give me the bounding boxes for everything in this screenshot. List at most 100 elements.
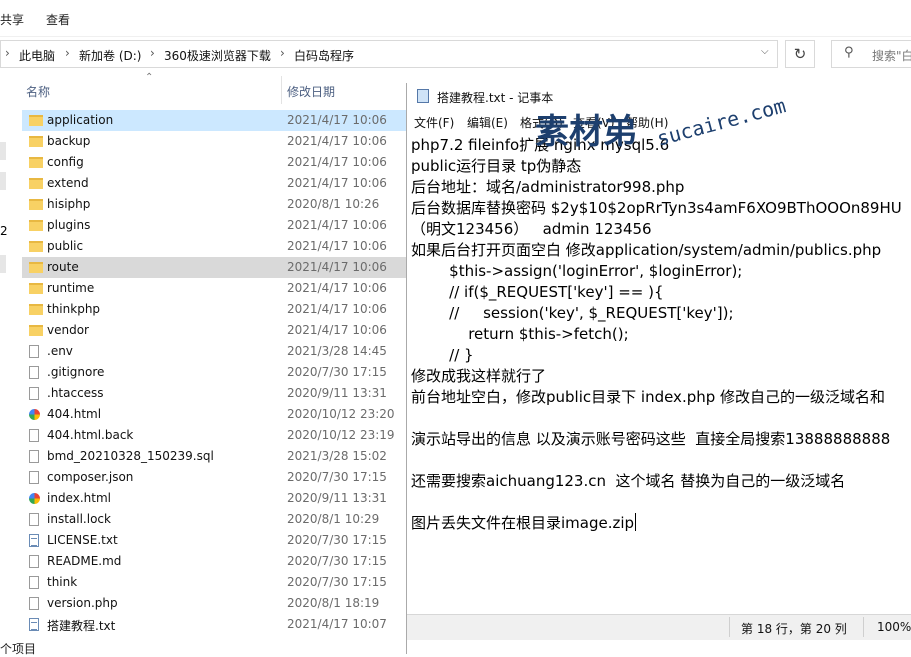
text-line-content: 前台地址空白，修改public目录下 index.php 修改自己的一级泛域名和 [411,388,886,406]
folder-row[interactable]: plugins 2021/4/17 10:06 [22,215,407,236]
file-row[interactable]: bmd_20210328_150239.sql 2021/3/28 15:02 [22,446,407,467]
menu-file[interactable]: 文件(F) [414,114,454,131]
file-name: composer.json [47,470,134,484]
refresh-button[interactable]: ↻ [785,40,815,68]
notepad-text-area[interactable]: php7.2 fileinfo扩展 nginx mysql5.6 public运行… [407,133,911,618]
folder-icon [29,199,43,210]
folder-row[interactable]: application 2021/4/17 10:06 [22,110,407,131]
file-icon [29,429,39,442]
file-row[interactable]: install.lock 2020/8/1 10:29 [22,509,407,530]
search-box[interactable]: ⚲ 搜索"白 [831,40,911,68]
folder-icon [29,241,43,252]
file-icon [29,471,39,484]
watermark: 素材弟 sucaire.com [535,93,788,160]
file-name: LICENSE.txt [47,533,118,547]
folder-row[interactable]: hisiphp 2020/8/1 10:26 [22,194,407,215]
breadcrumb-drive-d[interactable]: 新加卷 (D:) [79,47,141,64]
folder-row[interactable]: public 2021/4/17 10:06 [22,236,407,257]
column-header-name[interactable]: 名称 [26,83,50,100]
file-date: 2021/4/17 10:06 [287,113,387,127]
breadcrumb-separator: › [5,46,10,60]
breadcrumb-current-folder[interactable]: 白码岛程序 [294,47,354,64]
file-row[interactable]: .htaccess 2020/9/11 13:31 [22,383,407,404]
text-line: （明文123456） admin 123456 [411,219,652,240]
file-date: 2020/7/30 17:15 [287,554,387,568]
file-row[interactable]: 404.html.back 2020/10/12 23:19 [22,425,407,446]
folder-icon [29,283,43,294]
file-name: config [47,155,84,169]
text-file-icon [29,618,39,631]
ribbon: 共享 查看 [0,0,911,37]
folder-row[interactable]: extend 2021/4/17 10:06 [22,173,407,194]
file-name: install.lock [47,512,111,526]
address-bar[interactable]: › 此电脑 › 新加卷 (D:) › 360极速浏览器下载 › 白码岛程序 ⌵ [0,40,778,68]
text-line: $this->assign('loginError', $loginError)… [411,261,742,282]
text-line: 修改成我这样就行了 [411,366,546,387]
folder-icon [29,325,43,336]
text-line-content: // session('key', $_REQUEST['key']); [411,304,734,322]
folder-row[interactable]: config 2021/4/17 10:06 [22,152,407,173]
ribbon-tab-view[interactable]: 查看 [46,11,70,28]
text-line-content: 后台数据库替换密码 $2y$10$2opRrTyn3s4amF6XO9BThOO… [411,199,902,217]
text-line-content: 还需要搜索aichuang123.cn 这个域名 替换为自己的一级泛域名 [411,472,846,490]
text-line-content: $this->assign('loginError', $loginError)… [411,262,743,280]
file-row[interactable]: composer.json 2020/7/30 17:15 [22,467,407,488]
folder-row[interactable]: route 2021/4/17 10:06 [22,257,407,278]
file-name: hisiphp [47,197,91,211]
file-date: 2020/9/11 13:31 [287,491,387,505]
nav-item[interactable] [0,255,6,273]
breadcrumb-separator: › [280,46,285,60]
breadcrumb-this-pc[interactable]: 此电脑 [19,47,55,64]
nav-item[interactable] [0,172,6,190]
file-date: 2020/10/12 23:20 [287,407,395,421]
watermark-cn: 素材弟 [535,112,637,152]
file-date: 2021/4/17 10:06 [287,134,387,148]
file-icon [29,597,39,610]
folder-row[interactable]: vendor 2021/4/17 10:06 [22,320,407,341]
status-zoom: 100% [877,620,911,634]
file-row[interactable]: 404.html 2020/10/12 23:20 [22,404,407,425]
menu-edit[interactable]: 编辑(E) [467,114,508,131]
file-row[interactable]: .env 2021/3/28 14:45 [22,341,407,362]
file-row[interactable]: 搭建教程.txt 2021/4/17 10:07 [22,614,407,635]
nav-item[interactable] [0,142,6,160]
status-divider [729,617,730,637]
breadcrumb-download-folder[interactable]: 360极速浏览器下载 [164,47,271,64]
file-date: 2021/4/17 10:06 [287,323,387,337]
file-date: 2020/8/1 10:29 [287,512,380,526]
file-date: 2021/4/17 10:06 [287,176,387,190]
file-row[interactable]: think 2020/7/30 17:15 [22,572,407,593]
folder-row[interactable]: thinkphp 2021/4/17 10:06 [22,299,407,320]
text-line-content: 演示站导出的信息 以及演示账号密码这些 直接全局搜索13888888888 [411,430,891,448]
text-line-content: （明文123456） admin 123456 [411,220,652,238]
file-name: index.html [47,491,111,505]
file-date: 2021/4/17 10:06 [287,302,387,316]
text-line: return $this->fetch(); [411,324,629,345]
text-line: 前台地址空白，修改public目录下 index.php 修改自己的一级泛域名和 [411,387,885,408]
file-name: version.php [47,596,118,610]
column-divider[interactable] [281,76,282,104]
folder-icon [29,178,43,189]
file-row[interactable]: version.php 2020/8/1 18:19 [22,593,407,614]
text-line: 如果后台打开页面空白 修改application/system/admin/pu… [411,240,881,261]
file-icon [29,576,39,589]
sort-ascending-icon: ⌃ [145,72,154,83]
file-date: 2020/10/12 23:19 [287,428,395,442]
text-line: 图片丢失文件在根目录image.zip [411,513,637,534]
file-row[interactable]: index.html 2020/9/11 13:31 [22,488,407,509]
file-row[interactable]: .gitignore 2020/7/30 17:15 [22,362,407,383]
ribbon-tab-share[interactable]: 共享 [0,11,24,28]
text-line-content: return $this->fetch(); [411,325,629,343]
folder-row[interactable]: backup 2021/4/17 10:06 [22,131,407,152]
notepad-icon [417,89,429,103]
file-date: 2021/3/28 15:02 [287,449,387,463]
text-line-content: 修改成我这样就行了 [411,367,547,385]
file-row[interactable]: LICENSE.txt 2020/7/30 17:15 [22,530,407,551]
address-dropdown-icon[interactable]: ⌵ [761,46,769,57]
column-header-date[interactable]: 修改日期 [287,83,335,100]
file-row[interactable]: README.md 2020/7/30 17:15 [22,551,407,572]
folder-row[interactable]: runtime 2021/4/17 10:06 [22,278,407,299]
text-line: 后台地址：域名/administrator998.php [411,177,684,198]
file-name: README.md [47,554,122,568]
folder-icon [29,262,43,273]
